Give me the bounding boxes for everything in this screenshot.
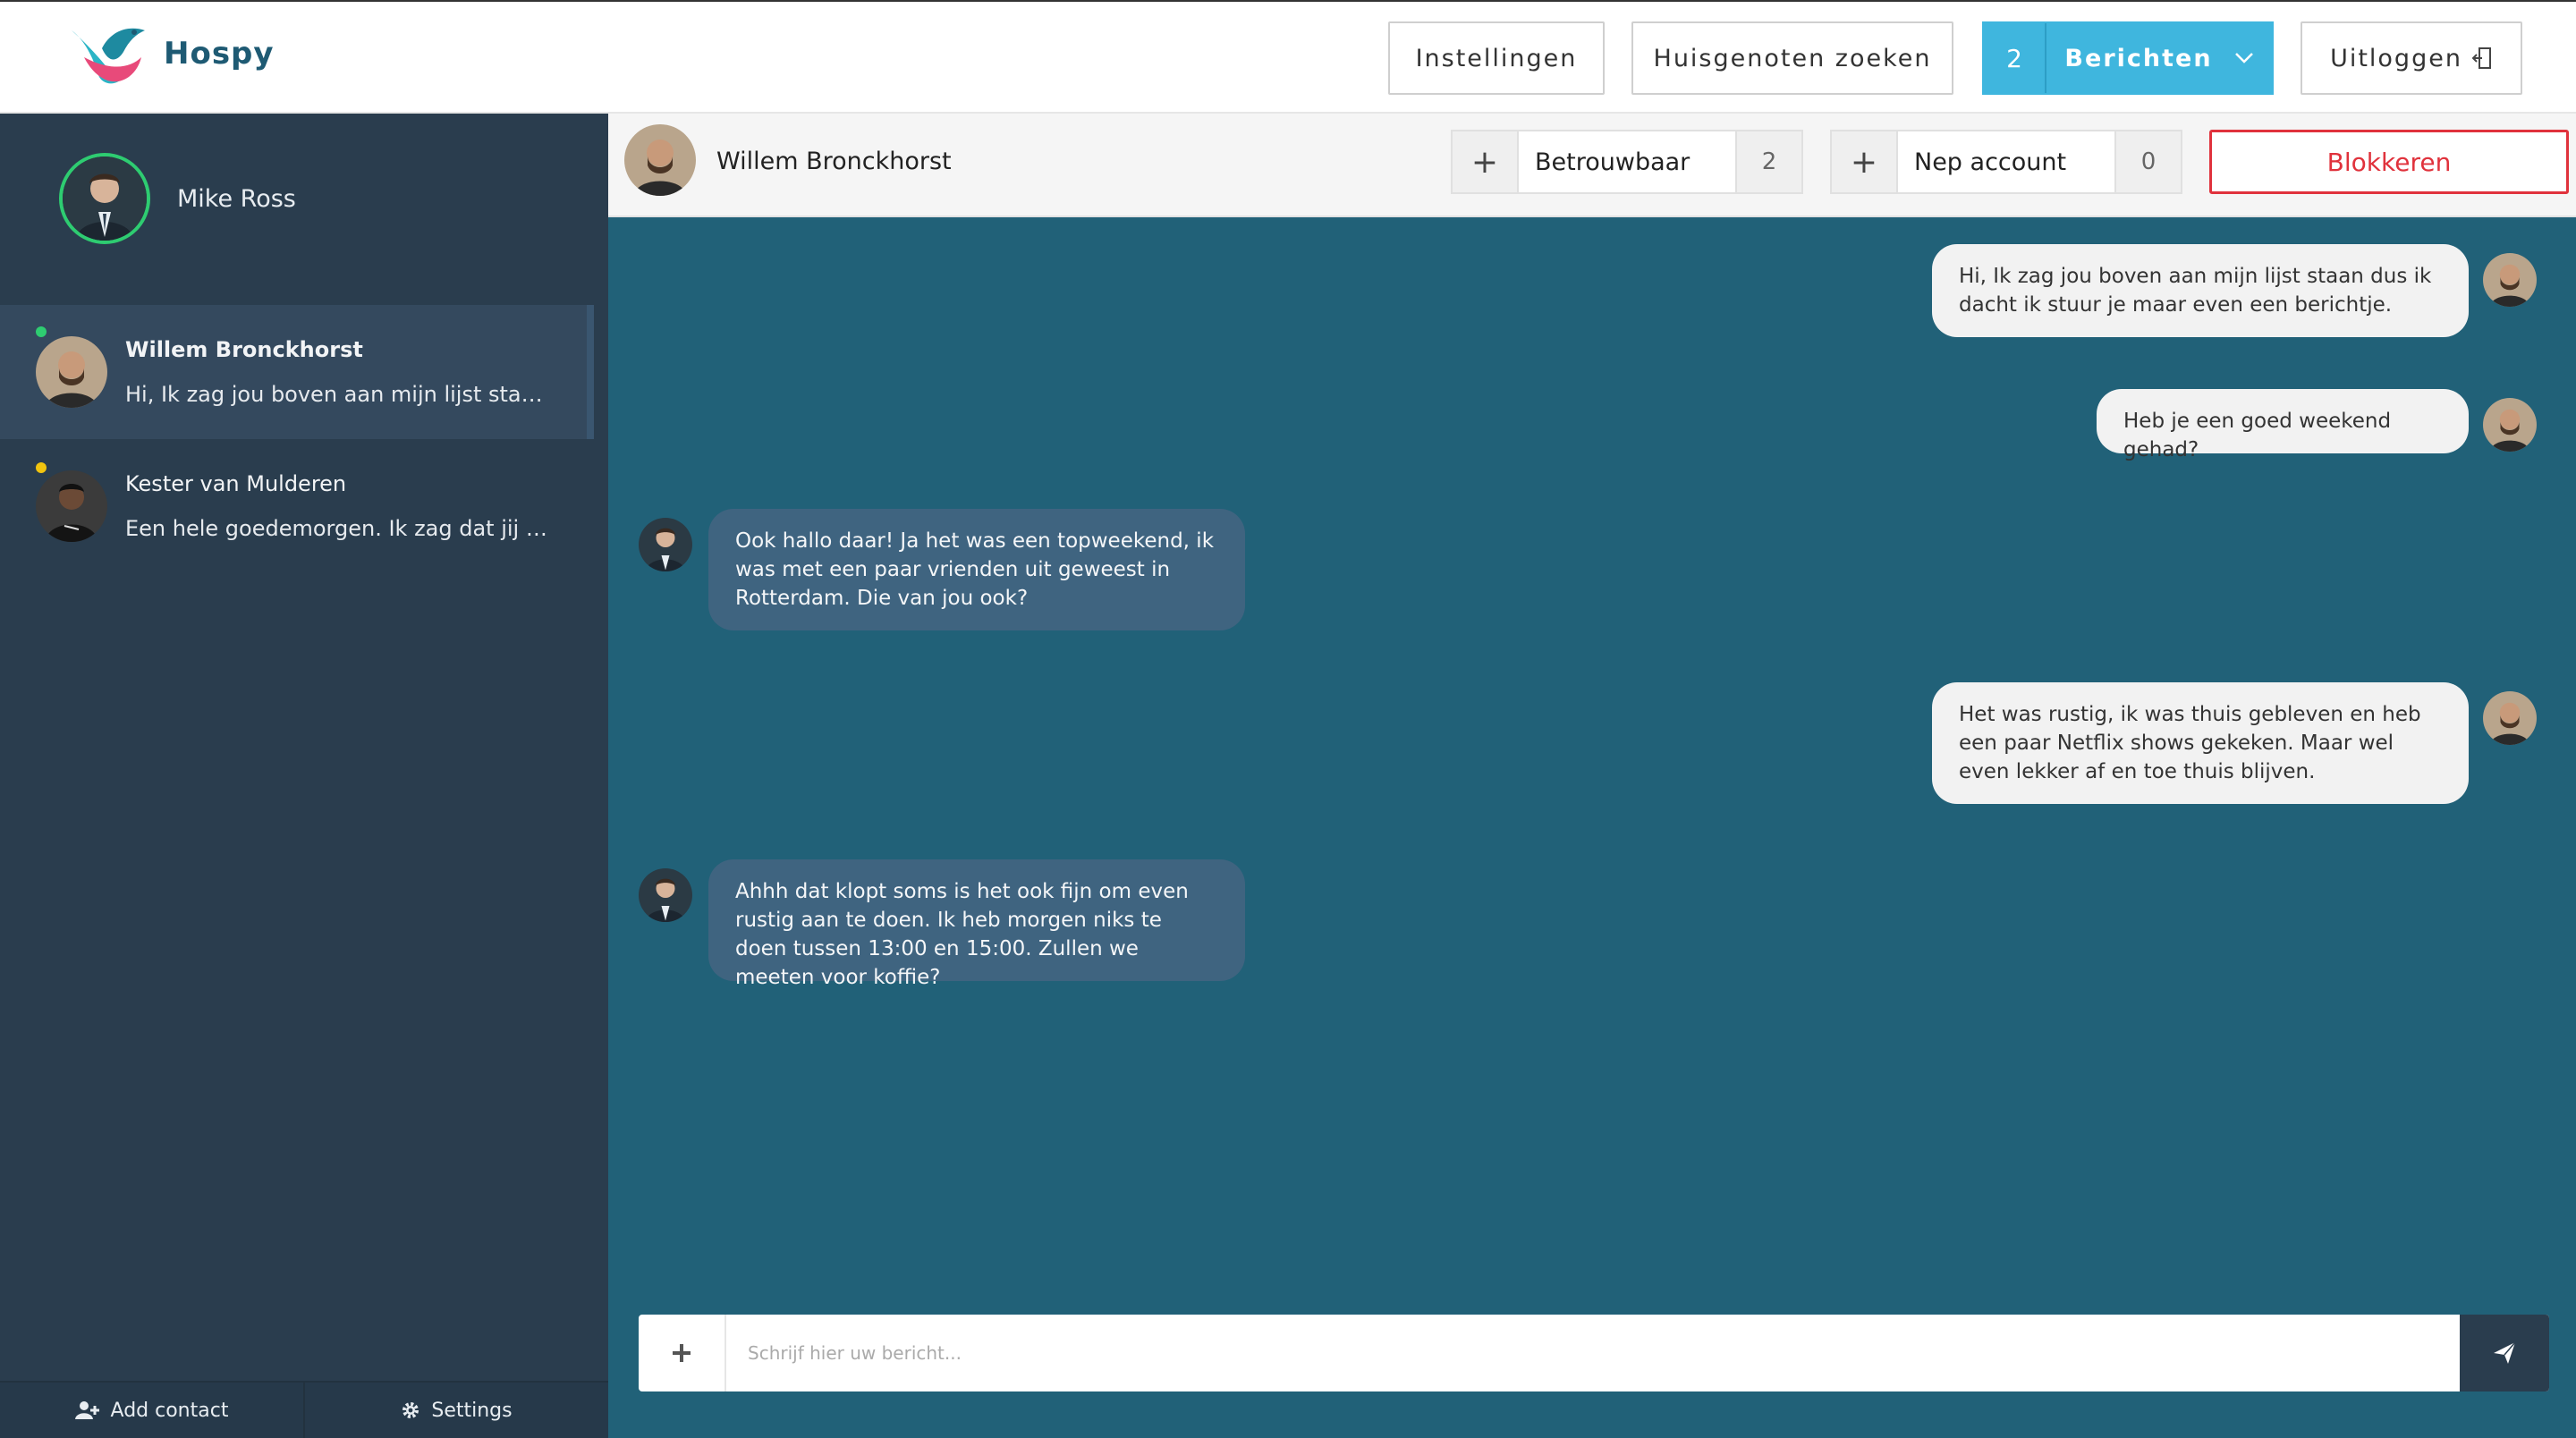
avatar [639,518,692,571]
fake-label: Nep account [1914,148,2067,176]
trust-count: 2 [1735,131,1801,192]
top-navbar: Hospy Instellingen Huisgenoten zoeken 2 … [0,0,2576,114]
add-fake-report-button[interactable]: + [1832,131,1898,192]
send-button[interactable] [2460,1315,2549,1391]
block-button[interactable]: Blokkeren [2209,130,2569,194]
logout-nav-button[interactable]: Uitloggen [2301,21,2522,95]
avatar [36,336,107,408]
contact-name: Willem Bronckhorst [125,337,363,362]
avatar [639,868,692,922]
fake-rating-group: + Nep account 0 [1830,130,2182,194]
gear-icon [402,1402,419,1418]
contact-preview: Een hele goedemorgen. Ik zag dat jij ook… [125,516,555,541]
avatar [2483,398,2537,452]
messages-nav-button[interactable]: 2 Berichten [1982,21,2274,95]
chat-messages-area[interactable]: Hi, Ik zag jou boven aan mijn lijst staa… [608,217,2576,1438]
user-photo-icon [63,156,147,241]
add-contact-label: Add contact [110,1399,229,1422]
settings-nav-button[interactable]: Instellingen [1388,21,1605,95]
messages-count-badge: 2 [1984,23,2046,93]
trust-rating-group: + Betrouwbaar 2 [1451,130,1803,194]
contact-text: Willem Bronckhorst Hi, Ik zag jou boven … [125,337,555,407]
outgoing-message: Het was rustig, ik was thuis gebleven en… [1932,682,2469,804]
messages-label: Berichten [2064,44,2213,72]
chat-header: Willem Bronckhorst + Betrouwbaar 2 + Nep… [608,114,2576,217]
fake-count: 0 [2114,131,2181,192]
attach-button[interactable] [639,1315,726,1391]
chat-contact-name: Willem Bronckhorst [716,148,952,175]
incoming-message: Ook hallo daar! Ja het was een topweeken… [708,509,1245,630]
roommate-search-nav-button[interactable]: Huisgenoten zoeken [1631,21,1953,95]
settings-label: Settings [431,1399,513,1422]
avatar [2483,253,2537,307]
sender-photo-icon [639,868,692,922]
brand-name[interactable]: Hospy [164,36,275,72]
sender-photo-icon [2483,253,2537,307]
incoming-message: Ahhh dat klopt soms is het ook fijn om e… [708,859,1245,989]
add-trust-button[interactable]: + [1453,131,1519,192]
sender-photo-icon [2483,691,2537,745]
outgoing-message: Heb je een goed weekend gehad? [2097,389,2469,461]
contact-photo-icon [36,470,107,542]
sender-photo-icon [2483,398,2537,452]
avatar[interactable] [624,124,696,196]
avatar [2483,691,2537,745]
trust-label: Betrouwbaar [1535,148,1690,176]
contact-photo-icon [36,336,107,408]
hospy-logo-icon[interactable] [66,21,147,91]
contact-item-kester[interactable]: Kester van Mulderen Een hele goedemorgen… [0,439,594,573]
contacts-sidebar: Mike Ross Willem Bronckhorst Hi, Ik zag … [0,114,608,1438]
messages-label-wrap: Berichten [2046,23,2272,93]
away-status-dot [36,462,47,473]
current-user-name: Mike Ross [177,184,296,213]
logout-icon [2471,47,2491,69]
message-composer [639,1315,2549,1391]
contact-photo-icon [624,124,696,196]
logout-label: Uitloggen [2330,44,2462,72]
chevron-down-icon [2234,53,2253,63]
contact-item-willem[interactable]: Willem Bronckhorst Hi, Ik zag jou boven … [0,305,594,439]
online-status-dot [36,326,47,337]
sidebar-settings-button[interactable]: Settings [303,1383,608,1438]
current-user[interactable]: Mike Ross [59,153,296,244]
plus-icon [673,1344,691,1362]
send-icon [2494,1341,2516,1364]
contact-preview: Hi, Ik zag jou boven aan mijn lijst staa… [125,382,555,407]
contact-name: Kester van Mulderen [125,471,347,496]
avatar [59,153,150,244]
sender-photo-icon [639,518,692,571]
add-contact-button[interactable]: Add contact [0,1383,303,1438]
avatar [36,470,107,542]
contact-text: Kester van Mulderen Een hele goedemorgen… [125,471,555,541]
message-input[interactable] [726,1315,2460,1391]
add-user-icon [74,1401,99,1419]
sidebar-footer: Add contact Settings [0,1381,608,1438]
outgoing-message: Hi, Ik zag jou boven aan mijn lijst staa… [1932,244,2469,337]
